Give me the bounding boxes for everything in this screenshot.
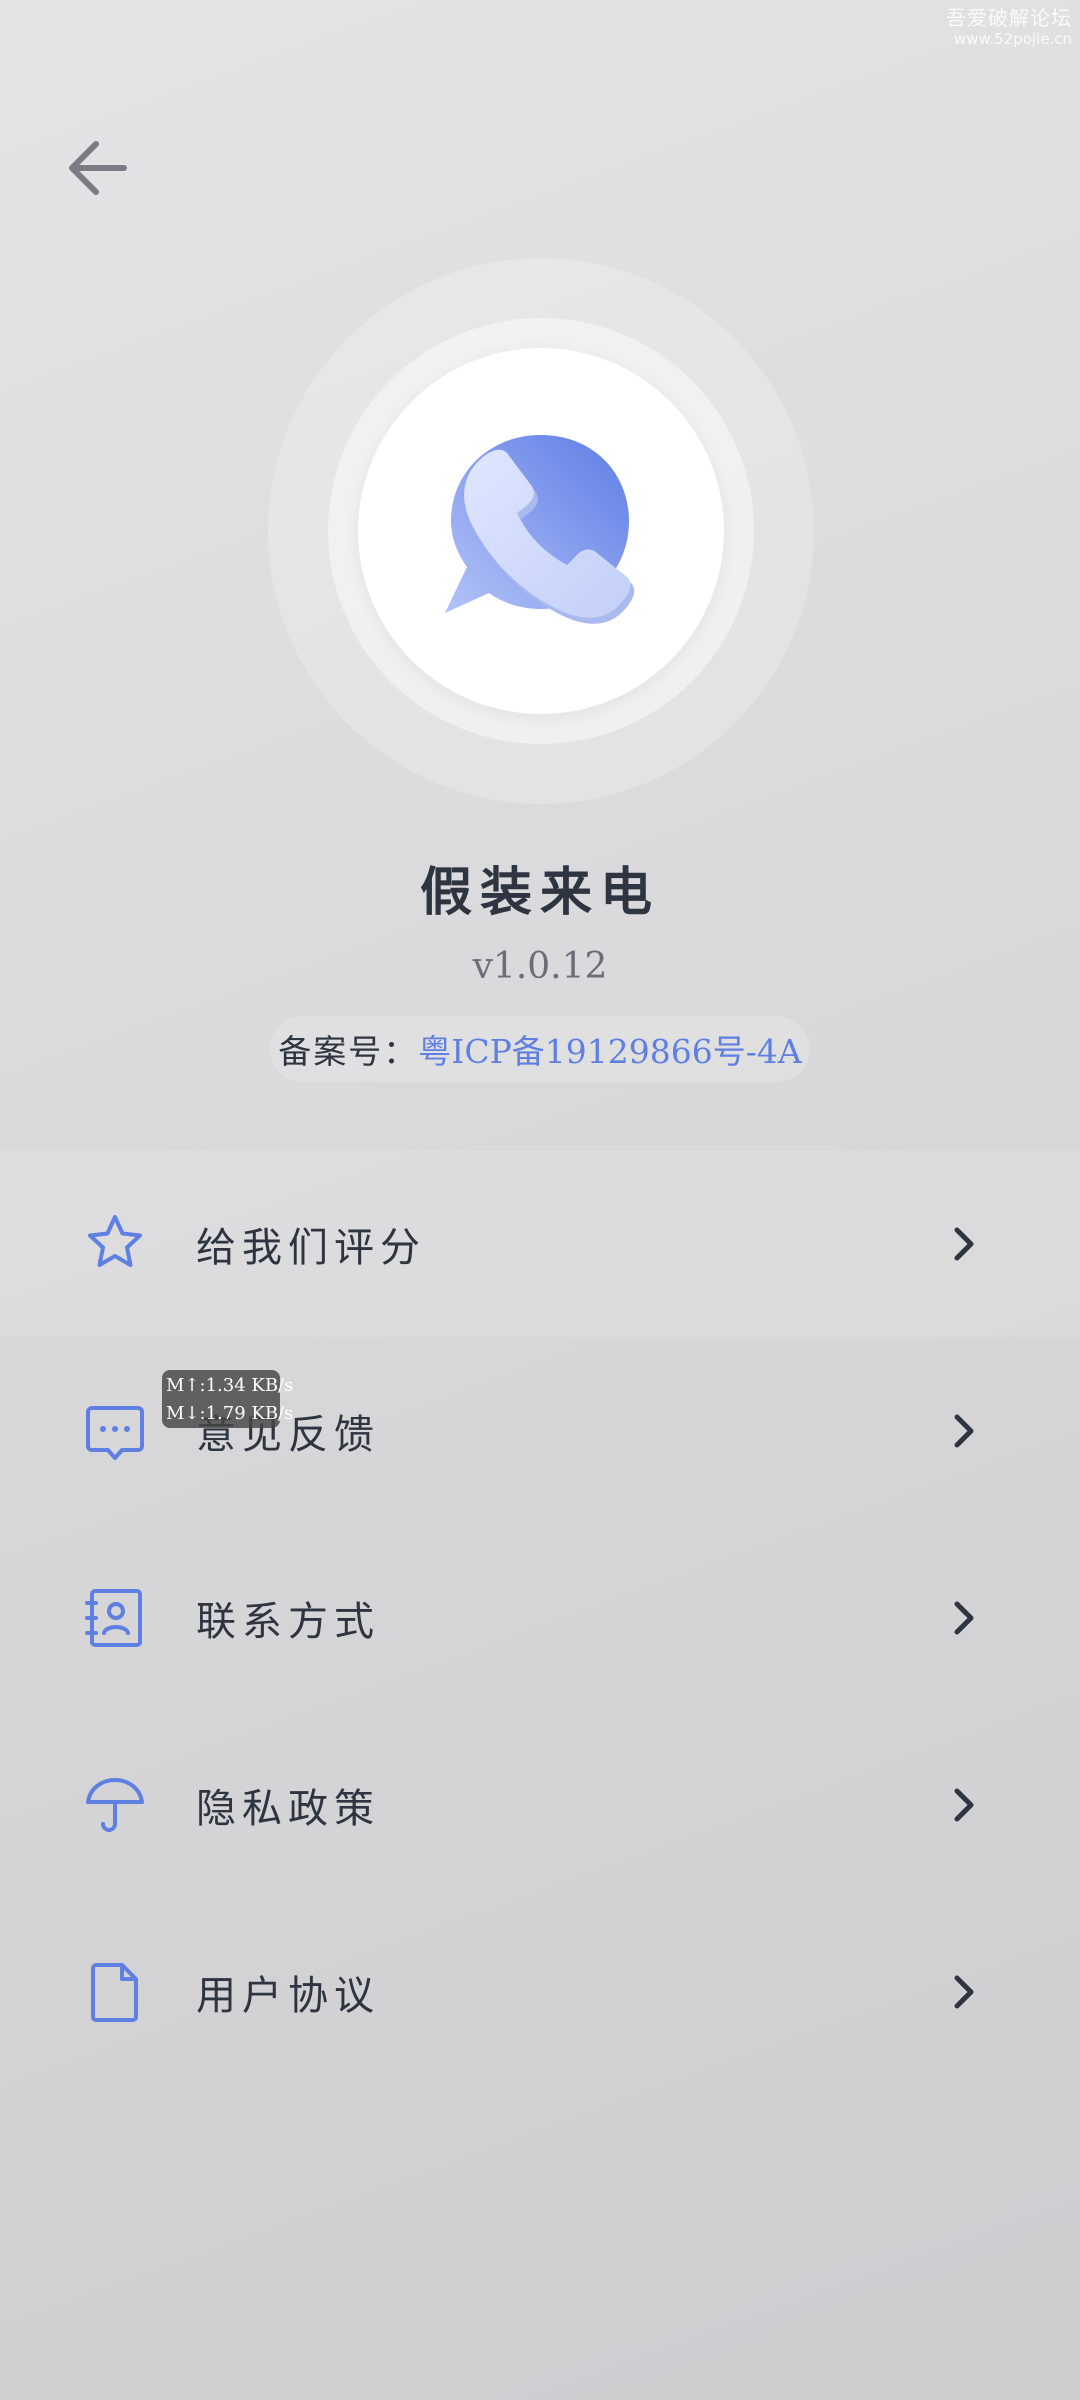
icp-label: 备案号：	[278, 1032, 419, 1071]
document-icon	[82, 1959, 148, 2025]
icp-record: 备案号： 粤ICP备19129866号-4A	[270, 1016, 810, 1082]
settings-menu: 给我们评分 意见反馈 联系方式 隐私政策 用户协议	[0, 1150, 1080, 2085]
menu-item-contact[interactable]: 联系方式	[0, 1524, 1080, 1711]
watermark-url: www.52pojie.cn	[953, 30, 1072, 48]
chevron-right-icon	[946, 1594, 982, 1642]
menu-label-privacy-policy: 隐私政策	[196, 1785, 380, 1832]
menu-item-user-agreement[interactable]: 用户协议	[0, 1898, 1080, 2085]
chevron-right-icon	[946, 1407, 982, 1455]
menu-label-user-agreement: 用户协议	[196, 1972, 380, 2019]
chevron-right-icon	[946, 1968, 982, 2016]
watermark-title: 吾爱破解论坛	[946, 6, 1072, 30]
arrow-left-icon	[69, 141, 127, 195]
network-speed-overlay: M↑:1.34 KB/s M↓:1.79 KB/s	[162, 1370, 294, 1428]
menu-label-rate-us: 给我们评分	[196, 1224, 426, 1271]
app-logo	[268, 258, 814, 804]
app-name: 假装来电	[419, 862, 660, 923]
back-button[interactable]	[58, 128, 138, 208]
umbrella-icon	[82, 1772, 148, 1838]
phone-chat-bubble-icon	[445, 435, 635, 624]
watermark: 吾爱破解论坛 www.52pojie.cn	[946, 6, 1072, 48]
menu-item-rate-us[interactable]: 给我们评分	[0, 1150, 1080, 1337]
chat-bubble-icon	[82, 1398, 148, 1464]
menu-item-feedback[interactable]: 意见反馈	[0, 1337, 1080, 1524]
chevron-right-icon	[946, 1220, 982, 1268]
star-icon	[82, 1211, 148, 1277]
chevron-right-icon	[946, 1781, 982, 1829]
download-speed: M↓:1.79 KB/s	[166, 1403, 294, 1424]
contact-card-icon	[82, 1585, 148, 1651]
menu-label-contact: 联系方式	[196, 1598, 380, 1645]
app-version: v1.0.12	[472, 946, 608, 987]
icp-number-link[interactable]: 粤ICP备19129866号-4A	[418, 1025, 801, 1073]
upload-speed: M↑:1.34 KB/s	[166, 1375, 294, 1396]
menu-item-privacy-policy[interactable]: 隐私政策	[0, 1711, 1080, 1898]
